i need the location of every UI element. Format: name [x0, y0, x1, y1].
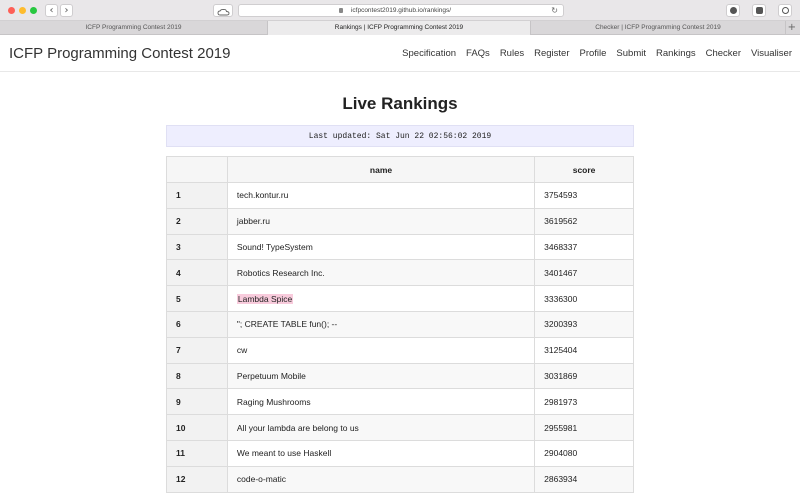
nav-submit[interactable]: Submit [616, 48, 646, 59]
rank-cell: 6 [166, 310, 228, 338]
score-cell: 3336300 [534, 285, 634, 312]
team-name-cell: Sound! TypeSystem [226, 233, 536, 261]
rank-cell: 4 [166, 259, 228, 287]
nav-checker[interactable]: Checker [706, 48, 741, 59]
privacy-icon[interactable] [778, 4, 792, 17]
team-name-cell: jabber.ru [226, 207, 536, 235]
extension-icon[interactable] [752, 4, 766, 17]
back-button[interactable]: ‹ [45, 4, 58, 17]
score-cell: 3754593 [534, 182, 634, 209]
score-cell: 2904080 [534, 439, 634, 467]
tab-rankings[interactable]: Rankings | ICFP Programming Contest 2019 [268, 21, 531, 35]
team-name-cell: Raging Mushrooms [226, 388, 536, 416]
nav-rankings[interactable]: Rankings [656, 48, 696, 59]
downloads-icon[interactable] [726, 4, 740, 17]
table-row: 12 code-o-matic 2863934 [166, 465, 634, 493]
rank-cell: 10 [166, 414, 228, 441]
team-name-cell: cw [226, 336, 536, 364]
rank-cell: 11 [166, 439, 228, 467]
nav-links: Specification FAQs Rules Register Profil… [392, 48, 792, 59]
rank-cell: 8 [166, 362, 228, 390]
tab-checker[interactable]: Checker | ICFP Programming Contest 2019 [531, 21, 786, 35]
table-row: 4 Robotics Research Inc. 3401467 [166, 259, 634, 287]
score-cell: 3619562 [534, 207, 634, 235]
team-name-cell: Robotics Research Inc. [226, 259, 536, 287]
table-row: 7 cw 3125404 [166, 336, 634, 364]
team-name-cell: Perpetuum Mobile [226, 362, 536, 390]
rank-column-header [166, 156, 228, 183]
rank-cell: 9 [166, 388, 228, 416]
name-column-header: name [226, 156, 536, 183]
score-cell: 2863934 [534, 465, 634, 493]
minimize-window-button[interactable] [19, 7, 26, 14]
table-row: 3 Sound! TypeSystem 3468337 [166, 233, 634, 261]
site-brand[interactable]: ICFP Programming Contest 2019 [9, 45, 231, 62]
address-bar[interactable]: icfpcontest2019.github.io/rankings/ ↻ [238, 4, 564, 17]
score-cell: 3401467 [534, 259, 634, 287]
score-cell: 3200393 [534, 310, 634, 338]
score-cell: 3125404 [534, 336, 634, 364]
score-column-header: score [534, 156, 634, 183]
site-navbar: ICFP Programming Contest 2019 Specificat… [0, 36, 800, 72]
table-row: 10 All your lambda are belong to us 295598… [166, 414, 634, 441]
table-header-row: name score [166, 156, 634, 183]
tab-bar: ICFP Programming Contest 2019 Rankings |… [0, 21, 800, 35]
team-name-cell: code-o-matic [226, 465, 536, 493]
tab-contest[interactable]: ICFP Programming Contest 2019 [0, 21, 268, 35]
team-name-cell: tech.kontur.ru [226, 182, 536, 209]
zoom-window-button[interactable] [30, 7, 37, 14]
score-cell: 3468337 [534, 233, 634, 261]
score-cell: 2955981 [534, 414, 634, 441]
table-row: 1 tech.kontur.ru 3754593 [166, 182, 634, 209]
rank-cell: 2 [166, 207, 228, 235]
table-row: 11 We meant to use Haskell 2904080 [166, 439, 634, 467]
lock-icon [339, 8, 343, 13]
rank-cell: 5 [166, 285, 228, 312]
table-row: 9 Raging Mushrooms 2981973 [166, 388, 634, 416]
team-name-cell: "; CREATE TABLE fun(); -- [226, 310, 536, 338]
icloud-tabs-icon[interactable] [213, 4, 233, 17]
table-row: 5 Lambda Spice 3336300 [166, 285, 634, 312]
nav-register[interactable]: Register [534, 48, 569, 59]
rank-cell: 7 [166, 336, 228, 364]
table-row: 2 jabber.ru 3619562 [166, 207, 634, 235]
forward-button[interactable]: › [60, 4, 73, 17]
nav-faqs[interactable]: FAQs [466, 48, 490, 59]
close-window-button[interactable] [8, 7, 15, 14]
rank-cell: 12 [166, 465, 228, 493]
table-row: 6 "; CREATE TABLE fun(); -- 3200393 [166, 310, 634, 338]
team-name-cell: All your lambda are belong to us [226, 414, 536, 441]
nav-rules[interactable]: Rules [500, 48, 524, 59]
score-cell: 2981973 [534, 388, 634, 416]
rank-cell: 1 [166, 182, 228, 209]
url-text: icfpcontest2019.github.io/rankings/ [350, 7, 452, 14]
nav-specification[interactable]: Specification [402, 48, 456, 59]
page-title: Live Rankings [342, 94, 458, 113]
nav-profile[interactable]: Profile [579, 48, 606, 59]
team-name-cell: We meant to use Haskell [226, 439, 536, 467]
score-cell: 3031869 [534, 362, 634, 390]
browser-toolbar: ‹ › icfpcontest2019.github.io/rankings/ … [0, 0, 800, 21]
reload-icon[interactable]: ↻ [551, 5, 558, 17]
highlighted-team-name: Lambda Spice [236, 293, 294, 304]
table-row: 8 Perpetuum Mobile 3031869 [166, 362, 634, 390]
rank-cell: 3 [166, 233, 228, 261]
nav-visualiser[interactable]: Visualiser [751, 48, 792, 59]
rankings-table: name score 1 tech.kontur.ru 3754593 2 jabber… [166, 156, 634, 493]
last-updated-banner: Last updated: Sat Jun 22 02:56:02 2019 [166, 125, 634, 147]
team-name-cell: Lambda Spice [226, 285, 536, 312]
new-tab-button[interactable]: + [788, 21, 796, 35]
